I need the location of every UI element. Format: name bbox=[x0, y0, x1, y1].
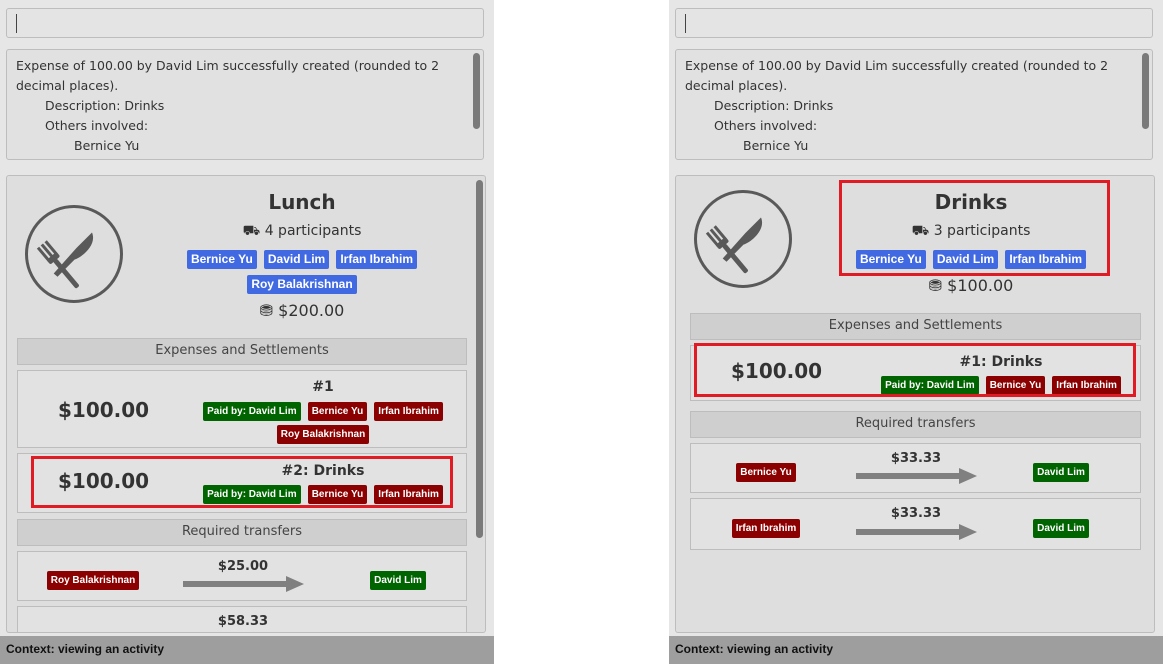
involved-tag: Roy Balakrishnan bbox=[276, 425, 370, 444]
transfer-arrowhead bbox=[286, 576, 304, 592]
transfer-to: David Lim bbox=[1011, 516, 1111, 538]
people-icon: ⛟ bbox=[242, 223, 261, 239]
highlight-box bbox=[694, 343, 1136, 397]
activity-total-amount: $100.00 bbox=[947, 276, 1014, 295]
highlight-box bbox=[839, 180, 1110, 276]
expense-tags-row2: Roy Balakrishnan bbox=[198, 422, 448, 444]
transfer-card: Bernice Yu $33.33 David Lim bbox=[690, 443, 1141, 493]
participant-tag: Bernice Yu bbox=[186, 250, 257, 269]
expense-tags: Paid by: David Lim Bernice Yu Irfan Ibra… bbox=[198, 399, 448, 421]
coins-icon: ⛃ bbox=[259, 301, 274, 320]
text-caret bbox=[685, 14, 686, 33]
status-bar: Context: viewing an activity bbox=[669, 636, 1163, 664]
result-scrollbar[interactable] bbox=[1142, 53, 1149, 129]
result-description: Description: Drinks bbox=[45, 98, 165, 113]
expense-card[interactable]: $100.00 #1 Paid by: David Lim Bernice Yu… bbox=[17, 370, 467, 448]
expense-title: #1 bbox=[312, 379, 334, 395]
transfer-from-tag: Roy Balakrishnan bbox=[46, 571, 140, 590]
highlight-box bbox=[31, 456, 453, 508]
transfer-to-tag: David Lim bbox=[1033, 463, 1089, 482]
participants-count: ⛟ 4 participants bbox=[157, 223, 447, 241]
participant-tag: Irfan Ibrahim bbox=[336, 250, 418, 269]
transfer-from: Bernice Yu bbox=[716, 460, 816, 482]
expenses-header: Expenses and Settlements bbox=[690, 313, 1141, 340]
result-description: Description: Drinks bbox=[714, 98, 834, 113]
command-input[interactable] bbox=[675, 8, 1153, 38]
transfer-from-tag: Irfan Ibrahim bbox=[731, 519, 801, 538]
participant-tag: Roy Balakrishnan bbox=[247, 275, 357, 294]
transfer-to-tag: David Lim bbox=[1033, 519, 1089, 538]
transfer-arrow bbox=[183, 581, 287, 587]
expense-amount: $100.00 bbox=[58, 398, 150, 422]
result-other-person: Bernice Yu bbox=[743, 138, 809, 153]
transfers-header: Required transfers bbox=[690, 411, 1141, 438]
transfer-amount: $33.33 bbox=[890, 451, 942, 466]
transfer-card: $58.33 bbox=[17, 606, 467, 632]
transfers-header: Required transfers bbox=[17, 519, 467, 546]
activity-title: Lunch bbox=[268, 190, 336, 214]
fork-knife-icon bbox=[694, 190, 792, 288]
participants-text: 4 participants bbox=[264, 223, 362, 239]
activity-panel: Lunch ⛟ 4 participants Bernice Yu David … bbox=[6, 175, 486, 633]
panel-scrollbar[interactable] bbox=[476, 180, 483, 538]
transfer-from-tag: Bernice Yu bbox=[736, 463, 796, 482]
participant-tag: David Lim bbox=[263, 250, 330, 269]
transfer-arrowhead bbox=[959, 468, 977, 484]
activity-total: ⛃ $200.00 bbox=[157, 301, 447, 320]
coins-icon: ⛃ bbox=[928, 276, 943, 295]
transfer-amount: $33.33 bbox=[890, 506, 942, 521]
transfer-from: Irfan Ibrahim bbox=[716, 516, 816, 538]
result-display: Expense of 100.00 by David Lim successfu… bbox=[6, 49, 484, 160]
expense-card[interactable]: $100.00 #1: Drinks Paid by: David Lim Be… bbox=[690, 343, 1141, 401]
transfer-amount: $58.33 bbox=[217, 614, 269, 629]
activity-panel: Drinks ⛟ 3 participants Bernice Yu David… bbox=[675, 175, 1155, 633]
involved-tag: Irfan Ibrahim bbox=[374, 402, 443, 421]
participant-tags-row2: Roy Balakrishnan bbox=[157, 273, 447, 294]
involved-tag: Bernice Yu bbox=[307, 402, 368, 421]
transfer-card: Roy Balakrishnan $25.00 David Lim bbox=[17, 551, 467, 601]
transfer-to: David Lim bbox=[348, 568, 448, 590]
command-input[interactable] bbox=[6, 8, 484, 38]
transfer-to: David Lim bbox=[1011, 460, 1111, 482]
left-window: Expense of 100.00 by David Lim successfu… bbox=[0, 0, 494, 664]
result-message: Expense of 100.00 by David Lim successfu… bbox=[685, 58, 1109, 93]
transfer-amount: $25.00 bbox=[217, 559, 269, 574]
payer-tag: Paid by: David Lim bbox=[203, 402, 301, 421]
status-bar: Context: viewing an activity bbox=[0, 636, 494, 664]
text-caret bbox=[16, 14, 17, 33]
result-message: Expense of 100.00 by David Lim successfu… bbox=[16, 58, 440, 93]
transfer-from: Roy Balakrishnan bbox=[43, 568, 143, 590]
result-others-label: Others involved: bbox=[714, 118, 818, 133]
result-others-label: Others involved: bbox=[45, 118, 149, 133]
transfer-to-tag: David Lim bbox=[370, 571, 426, 590]
transfer-arrowhead bbox=[959, 524, 977, 540]
transfer-arrow bbox=[856, 473, 960, 479]
activity-total: ⛃ $100.00 bbox=[826, 276, 1116, 295]
activity-total-amount: $200.00 bbox=[278, 301, 345, 320]
transfer-card: Irfan Ibrahim $33.33 David Lim bbox=[690, 498, 1141, 550]
participant-tags: Bernice Yu David Lim Irfan Ibrahim bbox=[157, 248, 447, 269]
right-window: Expense of 100.00 by David Lim successfu… bbox=[669, 0, 1163, 664]
result-display: Expense of 100.00 by David Lim successfu… bbox=[675, 49, 1153, 160]
fork-knife-icon bbox=[25, 205, 123, 303]
transfer-arrow bbox=[856, 529, 960, 535]
result-other-person: Bernice Yu bbox=[74, 138, 140, 153]
expenses-header: Expenses and Settlements bbox=[17, 338, 467, 365]
result-scrollbar[interactable] bbox=[473, 53, 480, 129]
